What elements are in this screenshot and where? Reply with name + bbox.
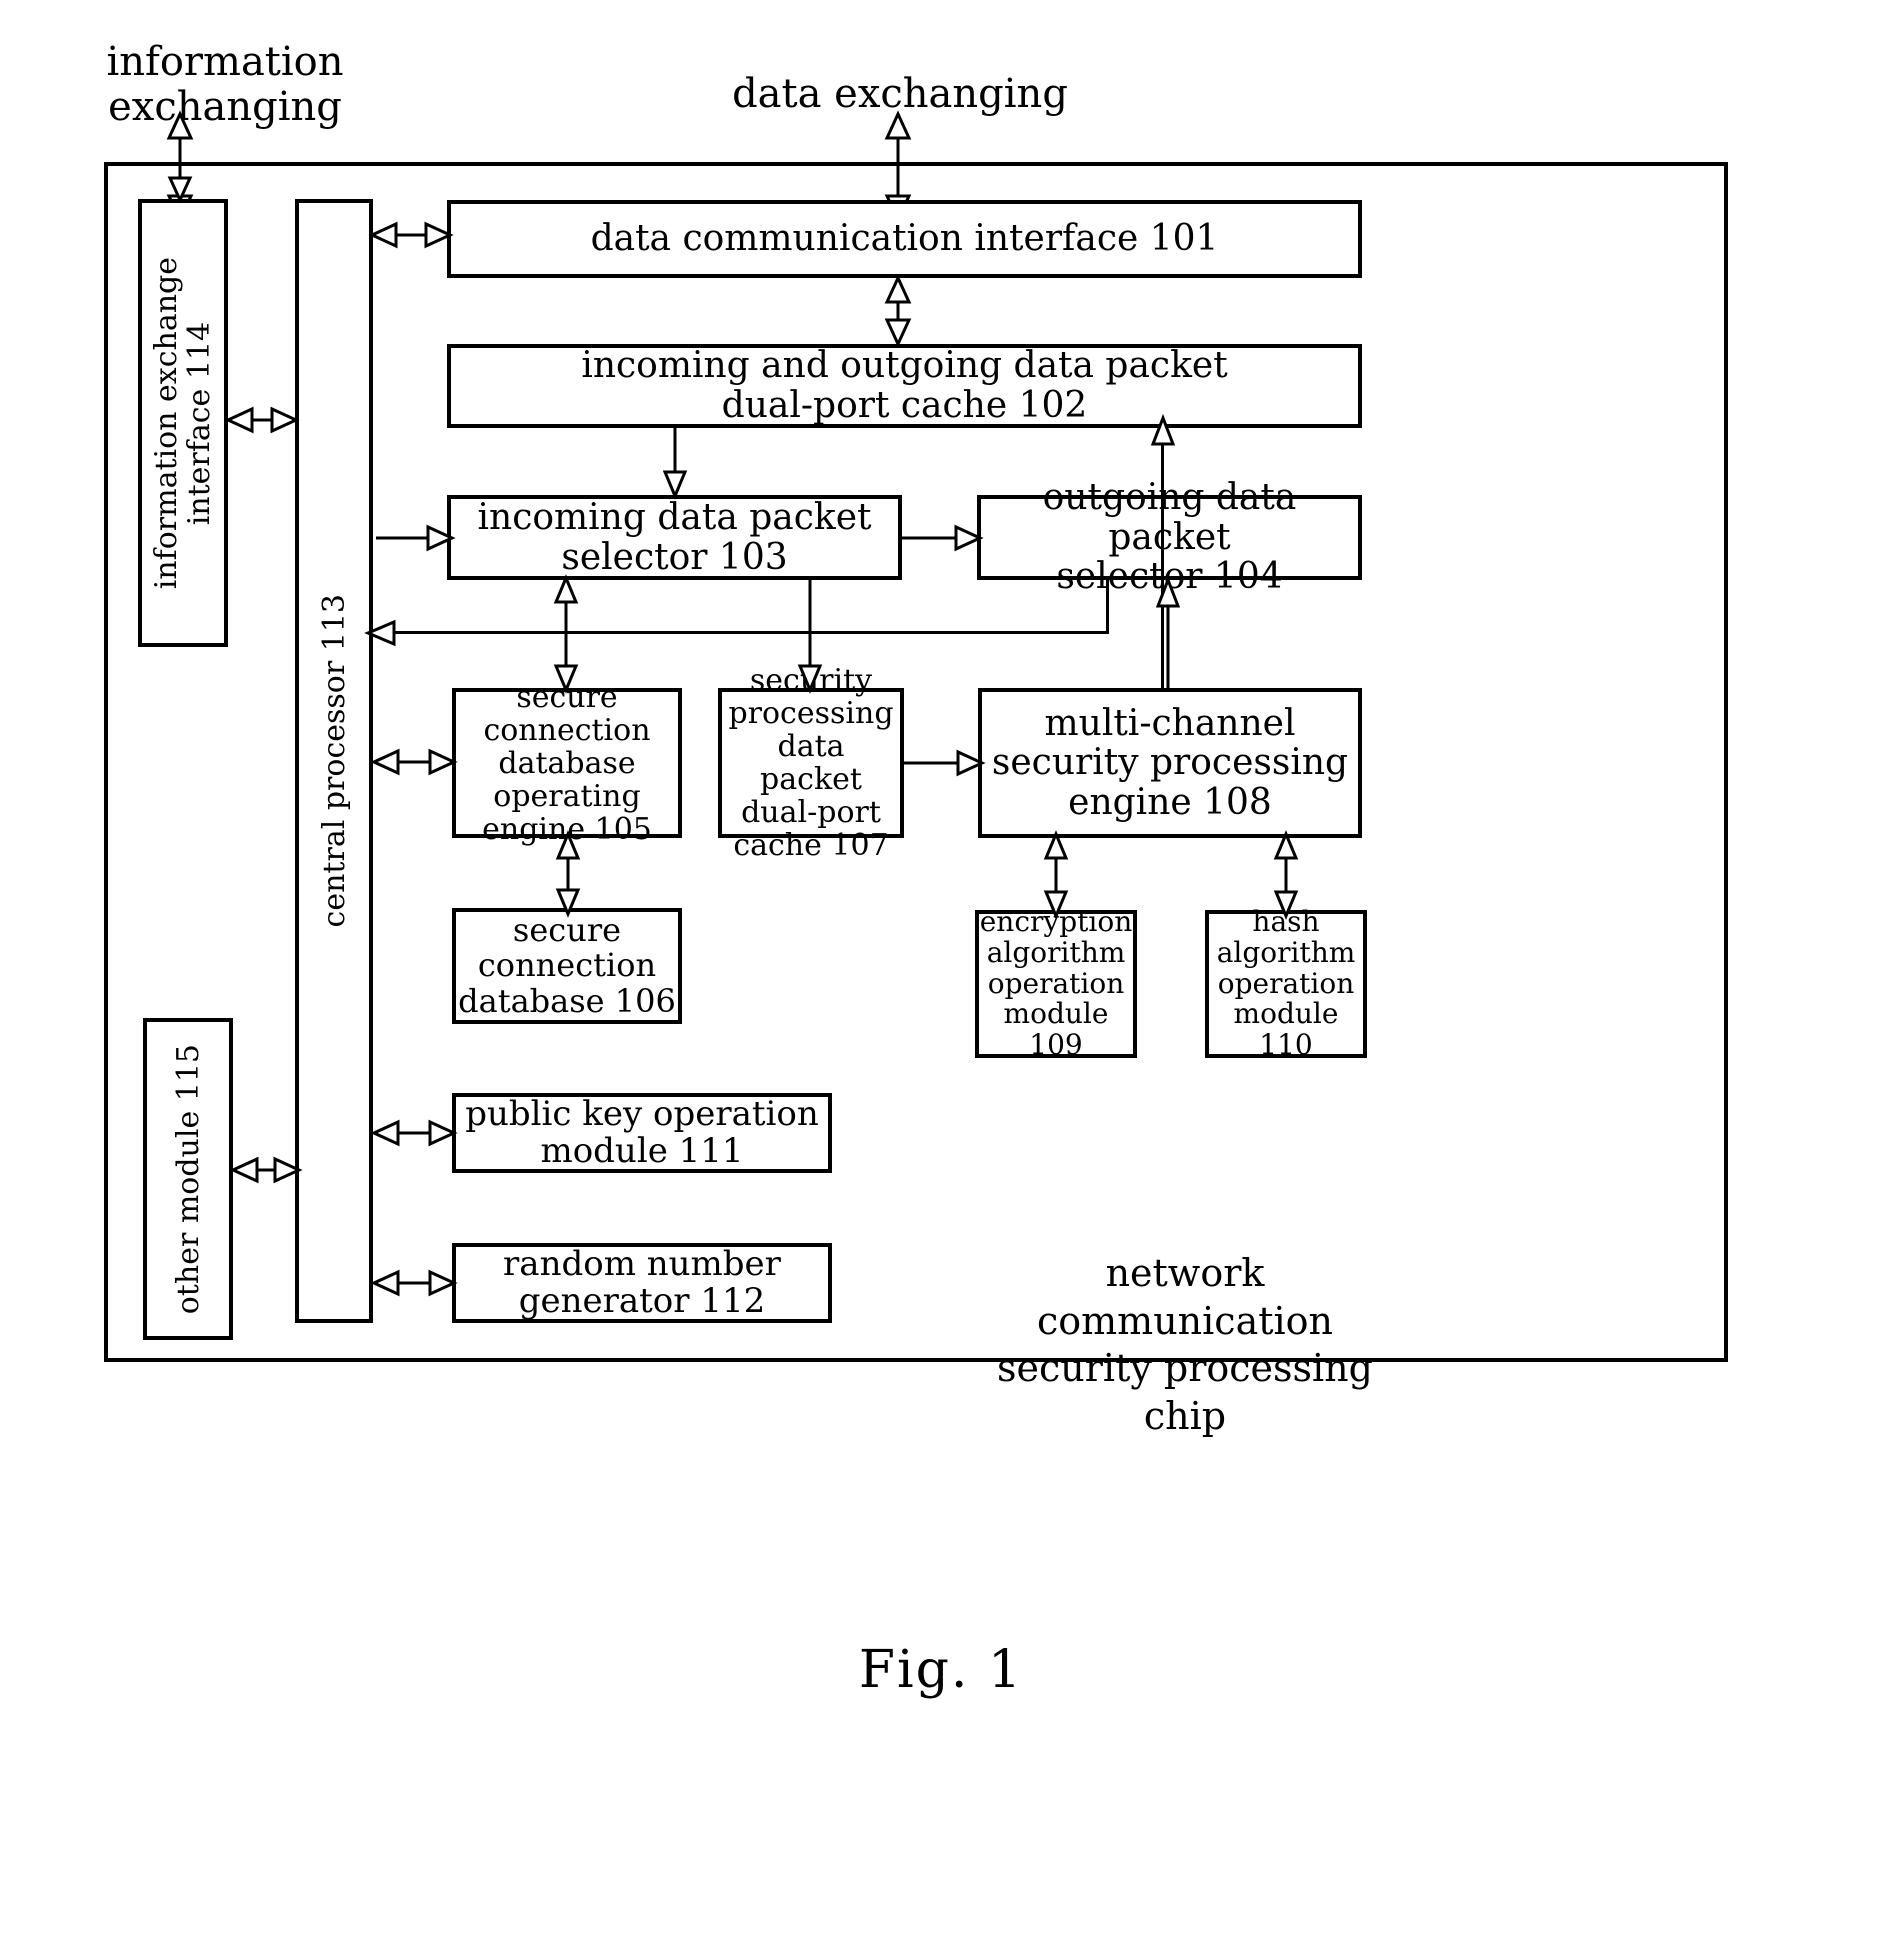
arrow-to-information-exchange-interface <box>167 162 193 204</box>
arrow-113-to-105 <box>370 748 458 776</box>
block-105-label: secure connection database operating eng… <box>482 679 652 847</box>
arrow-101-to-102 <box>884 274 912 348</box>
block-data-communication-interface-101[interactable]: data communication interface 101 <box>447 200 1362 278</box>
arrow-114-to-113 <box>224 406 300 434</box>
arrow-108-to-110 <box>1273 830 1299 920</box>
block-101-label: data communication interface 101 <box>590 218 1219 260</box>
arrow-103-to-105 <box>553 574 579 694</box>
arrow-113-to-101 <box>368 221 454 249</box>
figure-caption: Fig. 1 <box>858 1640 1024 1700</box>
arrow-105-to-106 <box>555 830 581 918</box>
block-secure-connection-db-operating-engine-105[interactable]: secure connection database operating eng… <box>452 681 682 846</box>
block-103-label: incoming data packet selector 103 <box>477 496 872 578</box>
block-108-label: multi-channel security processing engine… <box>991 702 1349 823</box>
arrow-113-to-103 <box>376 524 456 552</box>
block-106-label: secure connection database 106 <box>458 911 676 1020</box>
figure-canvas: information exchanging data exchanging i… <box>0 0 1882 1949</box>
block-112-label: random number generator 112 <box>503 1243 781 1321</box>
block-115-label: other module 115 <box>170 1043 206 1315</box>
block-102-label: incoming and outgoing data packet dual-p… <box>581 345 1228 426</box>
block-secure-connection-database-106[interactable]: secure connection database 106 <box>452 908 682 1024</box>
arrow-115-to-113 <box>229 1156 303 1184</box>
label-information-exchanging: information exchanging <box>106 39 344 130</box>
block-multi-channel-security-processing-engine-108[interactable]: multi-channel security processing engine… <box>978 688 1362 838</box>
arrow-102-to-103 <box>662 428 688 500</box>
arrow-103-to-104 <box>902 524 984 552</box>
arrow-113-to-112 <box>370 1269 458 1297</box>
arrow-103-to-107 <box>797 578 823 694</box>
block-107-label: security processing data packet dual-por… <box>728 664 894 863</box>
block-114-label: information exchange interface 114 <box>149 256 217 590</box>
block-hash-algorithm-operation-module-110[interactable]: hash algorithm operation module 110 <box>1205 905 1367 1062</box>
line-104-to-113-horizontal <box>390 631 1108 634</box>
arrow-107-to-108 <box>904 749 986 777</box>
arrow-113-to-111 <box>370 1119 458 1147</box>
block-109-label: encryption algorithm operation module 10… <box>979 905 1133 1062</box>
block-outgoing-data-packet-selector-104[interactable]: outgoing data packet selector 104 <box>977 478 1362 597</box>
line-104-down <box>1106 578 1109 634</box>
block-other-module-115[interactable]: other module 115 <box>143 1018 233 1340</box>
block-security-processing-dual-port-cache-107[interactable]: security processing data packet dual-por… <box>718 664 904 862</box>
block-random-number-generator-112[interactable]: random number generator 112 <box>452 1243 832 1323</box>
block-incoming-outgoing-dual-port-cache-102[interactable]: incoming and outgoing data packet dual-p… <box>447 344 1362 428</box>
block-central-processor-113[interactable]: central processor 113 <box>295 199 373 1323</box>
block-public-key-operation-module-111[interactable]: public key operation module 111 <box>452 1093 832 1173</box>
block-encryption-algorithm-operation-module-109[interactable]: encryption algorithm operation module 10… <box>975 905 1137 1062</box>
block-111-label: public key operation module 111 <box>465 1093 819 1171</box>
arrow-108-to-109 <box>1043 830 1069 920</box>
block-information-exchange-interface-114[interactable]: information exchange interface 114 <box>138 199 228 647</box>
arrow-108-to-102-head <box>1150 413 1176 446</box>
block-incoming-data-packet-selector-103[interactable]: incoming data packet selector 103 <box>447 495 902 580</box>
label-data-exchanging: data exchanging <box>732 71 1068 117</box>
block-113-label: central processor 113 <box>316 594 352 928</box>
block-110-label: hash algorithm operation module 110 <box>1216 905 1356 1062</box>
chip-label: network communication security processin… <box>997 1251 1373 1438</box>
arrow-104-to-113-head <box>364 619 396 647</box>
arrow-108-to-104 <box>1155 575 1181 690</box>
